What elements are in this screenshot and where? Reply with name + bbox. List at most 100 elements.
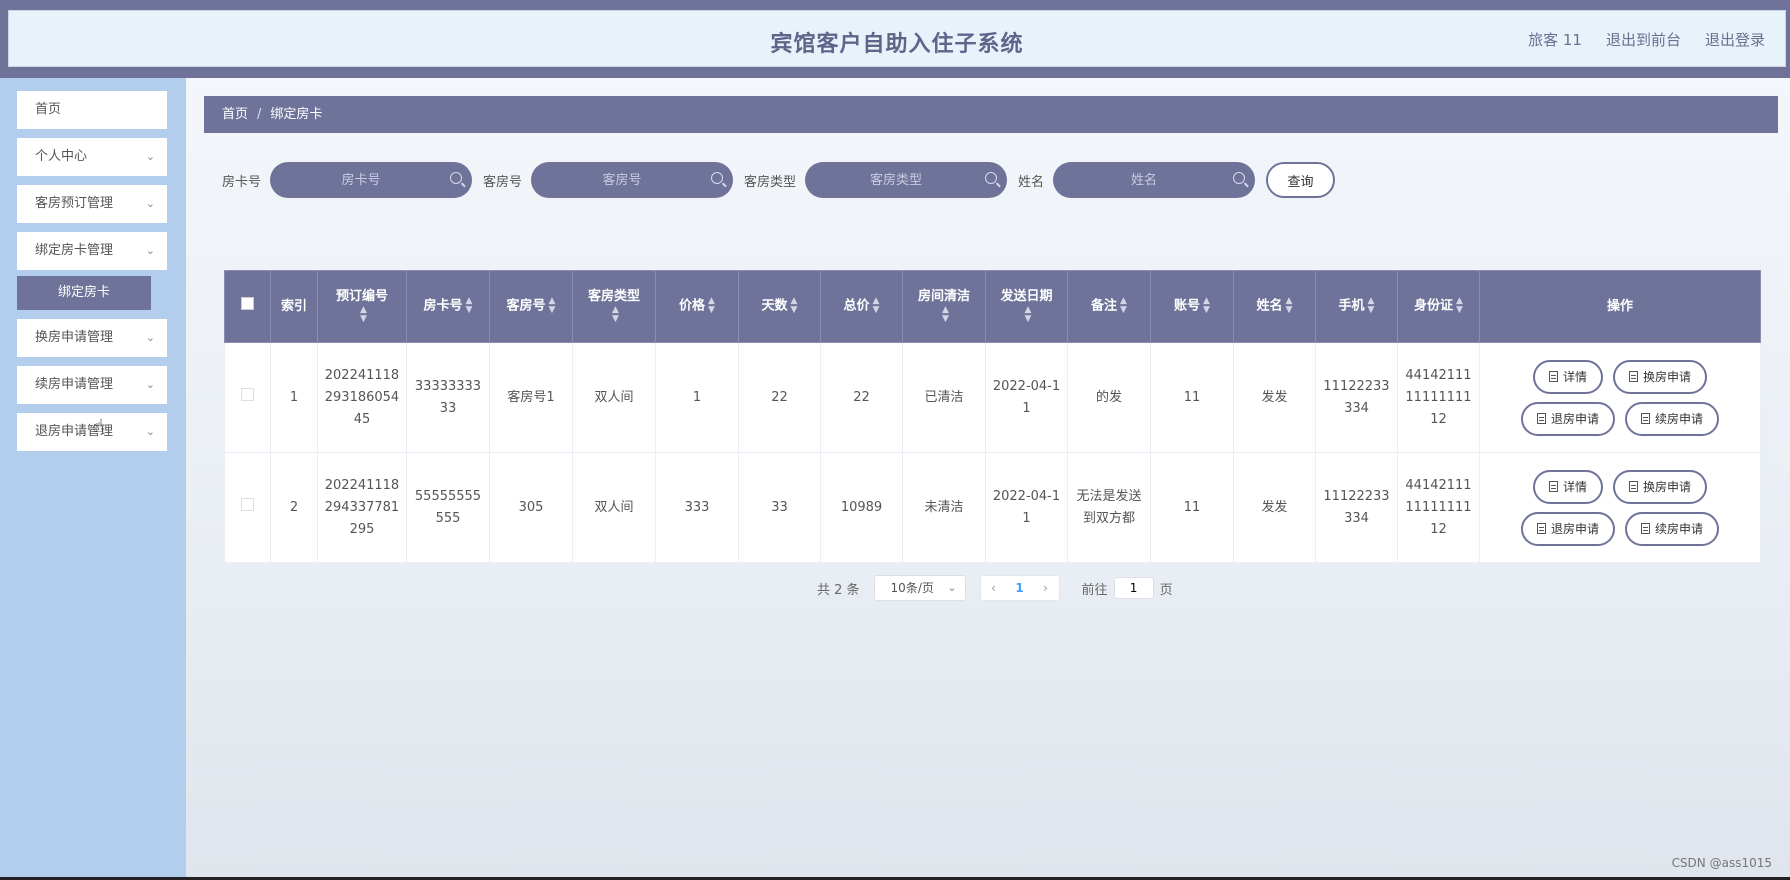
- sort-icon[interactable]: ▲ ▼: [1456, 297, 1463, 315]
- column-header-label: 发送日期: [1000, 289, 1053, 305]
- column-header[interactable]: 价格 ▲ ▼: [655, 270, 739, 343]
- exit-to-front-link[interactable]: 退出到前台: [1606, 29, 1681, 50]
- sort-icon[interactable]: ▲ ▼: [466, 297, 473, 315]
- goto-label: 前往: [1081, 582, 1108, 598]
- table-cell: 的发: [1067, 342, 1151, 453]
- column-header[interactable]: 预订编号 ▲ ▼: [317, 270, 407, 343]
- button-label: 退房申请: [1550, 412, 1599, 426]
- row-checkbox[interactable]: [241, 387, 254, 401]
- table-cell: 441421111111111112: [1397, 342, 1480, 453]
- room-change-button[interactable]: 换房申请: [1613, 469, 1708, 504]
- button-label: 详情: [1562, 480, 1587, 494]
- select-all-checkbox[interactable]: [241, 297, 254, 310]
- current-page[interactable]: 1: [1007, 581, 1033, 595]
- sidebar-item-label: 续房申请管理: [35, 377, 114, 392]
- sort-icon[interactable]: ▲ ▼: [791, 297, 798, 315]
- column-header-label: 价格: [679, 298, 706, 314]
- column-header-label: 账号: [1174, 298, 1201, 314]
- name-input[interactable]: [1053, 162, 1256, 198]
- column-header[interactable]: 客房类型 ▲ ▼: [572, 270, 656, 343]
- renew-button[interactable]: 续房申请: [1625, 401, 1720, 436]
- card-no-input[interactable]: [270, 162, 473, 198]
- sidebar-item-label: 客房预订管理: [35, 196, 114, 211]
- column-header[interactable]: 房卡号 ▲ ▼: [406, 270, 490, 343]
- query-button[interactable]: 查询: [1266, 162, 1336, 198]
- next-page-icon[interactable]: ›: [1033, 581, 1059, 595]
- column-header[interactable]: 总价 ▲ ▼: [820, 270, 903, 343]
- sort-icon[interactable]: ▲ ▼: [360, 306, 367, 324]
- sort-icon[interactable]: ▲ ▼: [708, 297, 715, 315]
- column-header[interactable]: 姓名 ▲ ▼: [1233, 270, 1316, 343]
- room-no-input[interactable]: [531, 162, 734, 198]
- submenu-item-bind-card[interactable]: 绑定房卡: [17, 276, 151, 310]
- detail-button[interactable]: 详情: [1532, 469, 1603, 504]
- row-checkbox[interactable]: [241, 497, 254, 511]
- column-header[interactable]: 客房号 ▲ ▼: [489, 270, 573, 343]
- sidebar-item-checkout[interactable]: 退房申请管理 ⌄: [17, 413, 167, 451]
- column-header-label: 房间清洁: [917, 289, 970, 305]
- sort-icon[interactable]: ▲ ▼: [612, 306, 619, 324]
- goto-page-input[interactable]: [1113, 577, 1154, 599]
- column-header: 操作: [1479, 270, 1761, 343]
- header-links: 旅客 11 退出到前台 退出登录: [1528, 29, 1765, 50]
- sort-icon[interactable]: ▲ ▼: [1286, 297, 1293, 315]
- search-label-room-no: 客房号: [483, 174, 523, 190]
- chevron-down-icon: ⌄: [145, 425, 155, 438]
- breadcrumb-current: 绑定房卡: [270, 107, 323, 122]
- sort-icon[interactable]: ▲ ▼: [942, 306, 949, 324]
- column-header[interactable]: 备注 ▲ ▼: [1067, 270, 1151, 343]
- table-cell: 2022-04-11: [985, 452, 1068, 563]
- column-header[interactable]: 发送日期 ▲ ▼: [985, 270, 1068, 343]
- checkout-button[interactable]: 退房申请: [1520, 401, 1615, 436]
- chevron-down-icon: ⌄: [947, 581, 957, 594]
- sidebar-item-label: 绑定房卡管理: [35, 243, 114, 258]
- column-header[interactable]: 身份证 ▲ ▼: [1397, 270, 1480, 343]
- sidebar-item-room-renew[interactable]: 续房申请管理 ⌄: [17, 366, 167, 404]
- sidebar-item-personal-center[interactable]: 个人中心 ⌄: [17, 138, 167, 176]
- main-content: 首页/绑定房卡 房卡号 客房号 客房类型 姓名 查询 索引 预订编号▲▼ 房卡号…: [186, 78, 1790, 880]
- column-header[interactable]: 手机 ▲ ▼: [1315, 270, 1398, 343]
- room-type-input[interactable]: [805, 162, 1008, 198]
- sidebar-item-card-binding[interactable]: 绑定房卡管理 ⌄: [17, 232, 167, 270]
- renew-button[interactable]: 续房申请: [1625, 511, 1720, 546]
- pager: ‹ 1 ›: [979, 575, 1060, 601]
- table-cell: 无法是发送到双方都: [1067, 452, 1151, 563]
- document-icon: [1641, 523, 1650, 534]
- sort-icon[interactable]: ▲ ▼: [1203, 297, 1210, 315]
- prev-page-icon[interactable]: ‹: [981, 581, 1007, 595]
- actions-cell: 详情 换房申请 退房申请 续房申请: [1479, 452, 1761, 563]
- checkout-button[interactable]: 退房申请: [1520, 511, 1615, 546]
- sort-icon[interactable]: ▲ ▼: [1368, 297, 1375, 315]
- sidebar-item-room-change[interactable]: 换房申请管理 ⌄: [17, 319, 167, 357]
- detail-button[interactable]: 详情: [1532, 359, 1603, 394]
- breadcrumb-home[interactable]: 首页: [222, 107, 248, 122]
- table-cell: 双人间: [572, 452, 656, 563]
- column-header[interactable]: 天数 ▲ ▼: [738, 270, 821, 343]
- button-label: 换房申请: [1643, 480, 1692, 494]
- column-header[interactable]: 账号 ▲ ▼: [1150, 270, 1234, 343]
- logout-link[interactable]: 退出登录: [1705, 29, 1765, 50]
- sidebar-item-home[interactable]: 首页: [17, 91, 167, 129]
- table-cell: 1: [655, 342, 739, 453]
- page-suffix: 页: [1159, 582, 1173, 598]
- table-header-row: 索引 预订编号 ▲ ▼ 房卡号 ▲ ▼ 客房号 ▲ ▼ 客房类型 ▲ ▼ 价格 ▲ ▼ 天数 ▲ ▼ 总…: [224, 270, 1761, 343]
- actions-cell: 详情 换房申请 退房申请 续房申请: [1479, 342, 1761, 453]
- user-link[interactable]: 旅客 11: [1528, 29, 1582, 50]
- sidebar-item-booking[interactable]: 客房预订管理 ⌄: [17, 185, 167, 223]
- room-change-button[interactable]: 换房申请: [1613, 359, 1708, 394]
- table-cell: 发发: [1233, 452, 1316, 563]
- search-label-room-type: 客房类型: [744, 174, 797, 190]
- search-icon: [1233, 172, 1246, 184]
- table-cell: 2: [270, 452, 318, 563]
- sort-icon[interactable]: ▲ ▼: [1025, 306, 1032, 324]
- sort-icon[interactable]: ▲ ▼: [549, 297, 556, 315]
- page-size-select[interactable]: 10条/页 ⌄: [873, 575, 966, 601]
- column-header[interactable]: 房间清洁 ▲ ▼: [902, 270, 986, 343]
- sort-icon[interactable]: ▲ ▼: [1120, 297, 1127, 315]
- chevron-down-icon: ⌄: [145, 331, 155, 344]
- chevron-down-icon: ⌄: [145, 244, 155, 257]
- button-label: 换房申请: [1643, 370, 1692, 384]
- sort-icon[interactable]: ▲ ▼: [873, 297, 880, 315]
- table-cell: 2022-04-11: [985, 342, 1068, 453]
- search-icon: [985, 172, 998, 184]
